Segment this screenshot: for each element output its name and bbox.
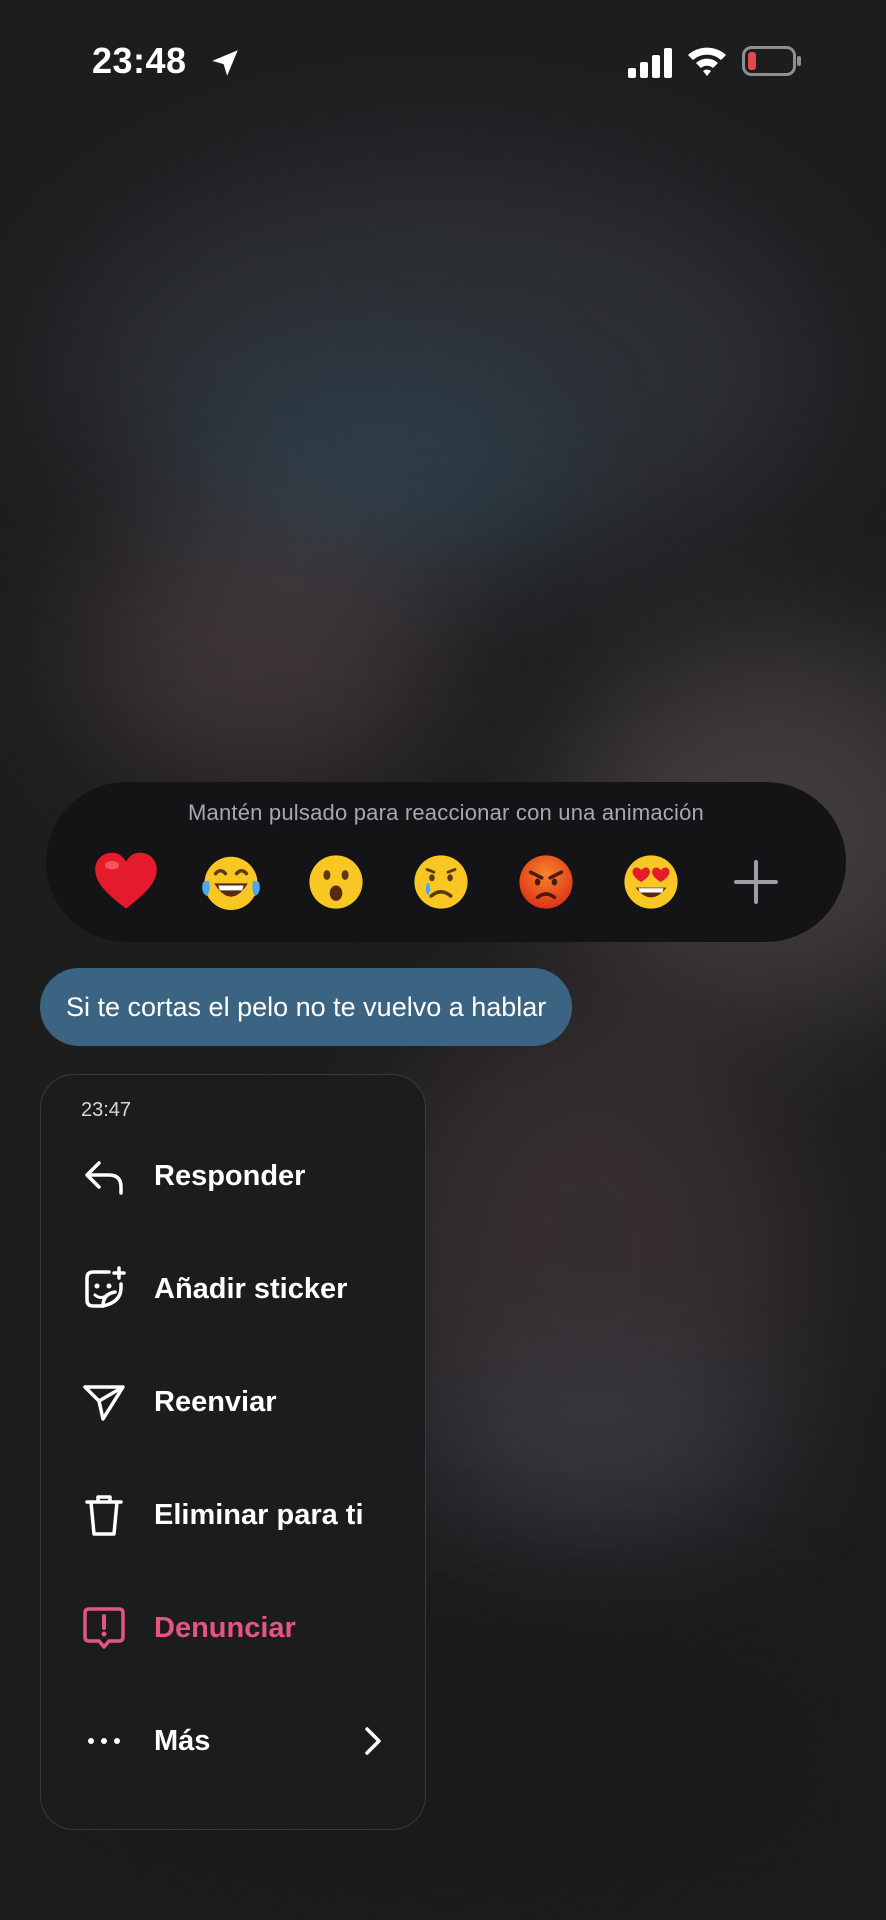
sticker-icon [79,1264,129,1314]
menu-item-label: Más [154,1724,211,1757]
angry-face-icon [519,855,573,909]
wifi-icon [688,47,726,76]
menu-item-add-sticker[interactable]: Añadir sticker [41,1244,425,1334]
more-dots-icon [79,1716,129,1766]
send-icon [79,1377,129,1427]
reply-icon [79,1151,129,1201]
menu-item-report[interactable]: Denunciar [41,1583,425,1673]
menu-item-reply[interactable]: Responder [41,1131,425,1221]
message-timestamp: 23:47 [81,1099,132,1121]
message-bubble[interactable]: Si te cortas el pelo no te vuelvo a habl… [40,968,573,1046]
menu-item-label: Añadir sticker [154,1272,348,1305]
battery-low-icon [742,46,801,76]
menu-item-label: Responder [154,1159,306,1192]
crying-face-icon [414,855,468,909]
menu-item-more[interactable]: Más [41,1696,425,1786]
heart-icon [95,852,157,909]
status-bar: 23:48 [0,0,886,120]
heart-reaction[interactable] [86,842,166,922]
menu-item-label: Denunciar [154,1611,296,1644]
cellular-signal-icon [628,48,672,78]
menu-item-delete[interactable]: Eliminar para ti [41,1470,425,1560]
location-arrow-icon [212,50,238,76]
angry-reaction[interactable] [506,842,586,922]
report-icon [79,1603,129,1653]
menu-item-label: Reenviar [154,1385,277,1418]
laughing-tears-reaction[interactable] [191,842,271,922]
surprised-face-icon [309,855,363,909]
heart-eyes-reaction[interactable] [611,842,691,922]
menu-item-forward[interactable]: Reenviar [41,1357,425,1447]
plus-icon[interactable] [732,858,780,906]
chevron-right-icon [359,1723,385,1759]
menu-item-label: Eliminar para ti [154,1498,364,1531]
heart-eyes-icon [624,855,678,909]
trash-icon [79,1490,129,1540]
reaction-hint: Mantén pulsado para reaccionar con una a… [188,800,704,825]
laughing-tears-icon [202,856,260,910]
surprised-reaction[interactable] [296,842,376,922]
reaction-bar: Mantén pulsado para reaccionar con una a… [46,782,846,942]
status-time: 23:48 [92,40,187,81]
crying-reaction[interactable] [401,842,481,922]
message-context-menu: 23:47 Responder Añadir sticker Reenviar [40,1074,426,1830]
